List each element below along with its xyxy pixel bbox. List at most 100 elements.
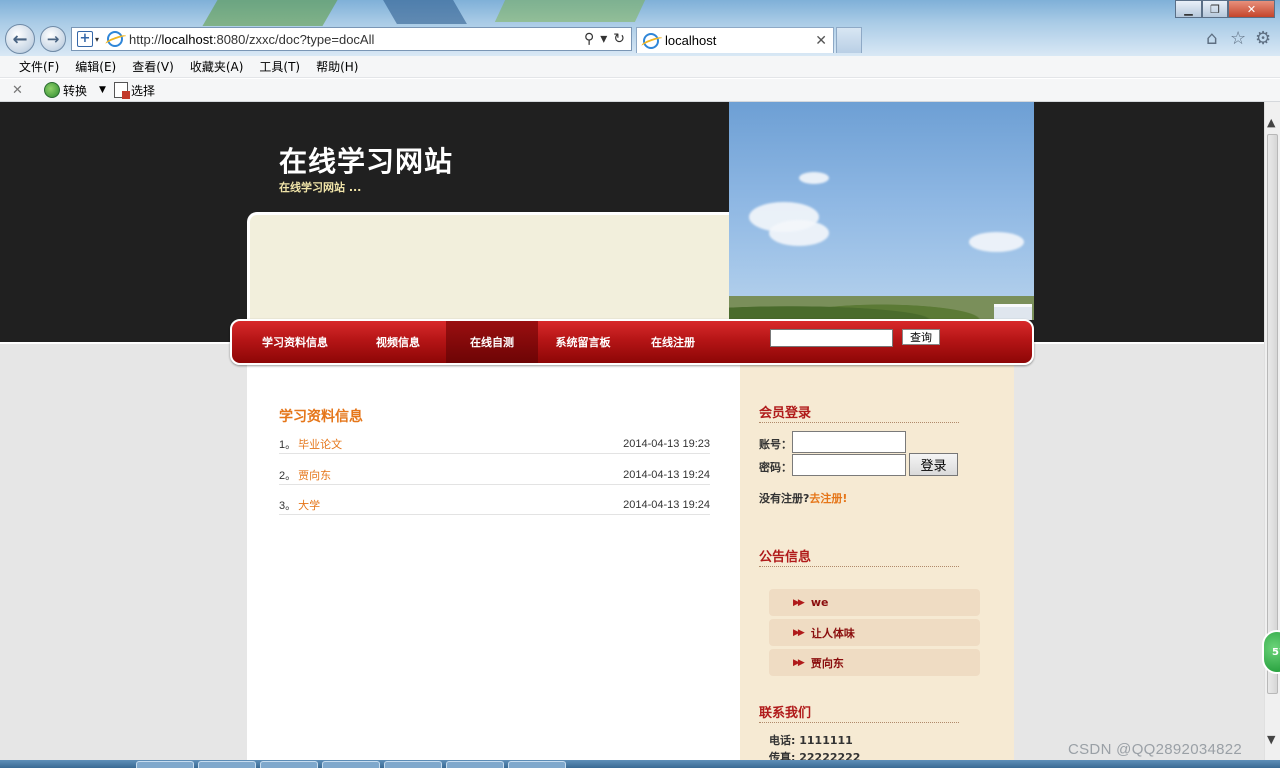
compatibility-view-icon[interactable]: +	[77, 31, 93, 47]
double-chevron-right-icon: ▶▶	[793, 657, 805, 668]
header-photo	[729, 102, 1034, 320]
select-button[interactable]: 选择	[131, 82, 155, 99]
list-item: 3。 大学 2014-04-13 19:24	[279, 495, 710, 515]
taskbar-item[interactable]	[322, 761, 380, 768]
nav-docs[interactable]: 学习资料信息	[232, 321, 358, 363]
menu-edit[interactable]: 编辑(E)	[67, 58, 124, 75]
minimize-button[interactable]: ▁	[1175, 0, 1202, 18]
taskbar-item[interactable]	[260, 761, 318, 768]
register-prompt-text: 没有注册?	[759, 492, 810, 505]
tree-line	[729, 296, 1034, 320]
doc-link[interactable]: 毕业论文	[298, 436, 342, 452]
search-input[interactable]	[770, 329, 893, 347]
notice-text: we	[810, 596, 829, 609]
account-input[interactable]	[792, 431, 906, 453]
nav-self-test[interactable]: 在线自测	[446, 321, 538, 363]
url-path: :8080/zxxc/doc?type=docAll	[212, 31, 375, 47]
maximize-button[interactable]: ❐	[1202, 0, 1228, 18]
password-label: 密码：	[759, 461, 792, 474]
menu-favorites[interactable]: 收藏夹(A)	[182, 58, 252, 75]
notice-item[interactable]: ▶▶ we	[769, 589, 980, 616]
account-label: 账号：	[759, 438, 792, 451]
arrow-right-icon: →	[46, 30, 60, 48]
double-chevron-right-icon: ▶▶	[793, 627, 805, 638]
page-viewport: 在线学习网站 在线学习网站 ... 学习资料信息 视频信息 在线自测 系统留言板…	[0, 102, 1264, 760]
item-number: 1。	[279, 438, 297, 451]
list-item: 2。 贾向东 2014-04-13 19:24	[279, 465, 710, 485]
notice-item[interactable]: ▶▶ 贾向东	[769, 649, 980, 676]
chevron-down-icon[interactable]: ▾	[600, 31, 607, 47]
scroll-thumb[interactable]	[1267, 134, 1278, 694]
convert-button[interactable]: 转换	[63, 82, 87, 99]
search-icon[interactable]: ⚲	[584, 31, 594, 47]
chevron-down-icon[interactable]: ▾	[95, 35, 99, 44]
contact-fax: 传真: 22222222	[769, 751, 861, 760]
nav-register[interactable]: 在线注册	[628, 321, 718, 363]
double-chevron-right-icon: ▶▶	[793, 597, 805, 608]
item-number: 2。	[279, 469, 297, 482]
back-button[interactable]: ←	[5, 24, 35, 54]
wallpaper-decoration	[202, 0, 338, 26]
register-link[interactable]: 去注册!	[809, 492, 847, 505]
address-bar[interactable]: + ▾ http://localhost:8080/zxxc/doc?type=…	[71, 27, 632, 51]
scroll-up-arrow-icon[interactable]: ▲	[1267, 116, 1275, 129]
doc-date: 2014-04-13 19:24	[623, 468, 710, 481]
wallpaper-decoration	[383, 0, 467, 24]
doc-link[interactable]: 大学	[298, 497, 320, 513]
close-window-button[interactable]: ✕	[1228, 0, 1275, 18]
section-heading: 学习资料信息	[279, 409, 363, 425]
item-number: 3。	[279, 499, 297, 512]
contact-heading: 联系我们	[759, 702, 959, 723]
notice-heading: 公告信息	[759, 546, 959, 567]
url-prefix: http://	[129, 31, 162, 47]
favorites-star-icon[interactable]: ☆	[1230, 28, 1246, 49]
chevron-down-icon[interactable]: ▼	[99, 85, 106, 95]
menu-view[interactable]: 查看(V)	[124, 58, 182, 75]
forward-button[interactable]: →	[40, 26, 66, 52]
scroll-down-arrow-icon[interactable]: ▼	[1267, 733, 1275, 746]
close-icon[interactable]: ✕	[815, 33, 827, 49]
banner-panel	[247, 212, 737, 322]
tab-title: localhost	[665, 33, 717, 48]
notice-text: 让人体味	[810, 626, 855, 640]
close-icon[interactable]: ✕	[12, 83, 26, 98]
new-tab-button[interactable]	[836, 27, 862, 53]
notice-text: 贾向东	[810, 656, 844, 670]
home-icon[interactable]: ⌂	[1206, 28, 1217, 49]
gear-icon[interactable]: ⚙	[1255, 28, 1271, 49]
login-heading: 会员登录	[759, 402, 959, 423]
command-bar: ✕ 转换 ▼ 选择	[0, 79, 1280, 102]
contact-phone: 电话: 1111111	[769, 734, 853, 747]
doc-date: 2014-04-13 19:23	[623, 437, 710, 450]
search-button[interactable]: 查询	[902, 329, 940, 345]
menu-help[interactable]: 帮助(H)	[308, 58, 366, 75]
refresh-icon[interactable]: ↻	[613, 31, 625, 47]
main-nav: 学习资料信息 视频信息 在线自测 系统留言板 在线注册 查询	[230, 319, 1034, 365]
doc-link[interactable]: 贾向东	[298, 467, 331, 483]
password-input[interactable]	[792, 454, 906, 476]
url-text[interactable]: http://localhost:8080/zxxc/doc?type=docA…	[129, 32, 584, 47]
register-prompt: 没有注册?去注册!	[759, 490, 847, 506]
floating-badge[interactable]: 57	[1262, 630, 1280, 674]
select-icon	[113, 82, 130, 99]
menu-tools[interactable]: 工具(T)	[251, 58, 308, 75]
convert-icon	[44, 82, 60, 98]
taskbar-item[interactable]	[508, 761, 566, 768]
login-button[interactable]: 登录	[909, 453, 958, 476]
taskbar-item[interactable]	[198, 761, 256, 768]
menu-bar: 文件(F) 编辑(E) 查看(V) 收藏夹(A) 工具(T) 帮助(H)	[0, 56, 1280, 78]
browser-tab[interactable]: localhost ✕	[636, 27, 834, 53]
ie-logo-icon	[643, 32, 659, 49]
menu-file[interactable]: 文件(F)	[11, 58, 67, 75]
notice-item[interactable]: ▶▶ 让人体味	[769, 619, 980, 646]
taskbar-item[interactable]	[136, 761, 194, 768]
site-subtitle: 在线学习网站 ...	[279, 181, 362, 194]
wallpaper-decoration	[494, 0, 646, 22]
nav-message-board[interactable]: 系统留言板	[538, 321, 628, 363]
arrow-left-icon: ←	[12, 28, 28, 50]
taskbar-item[interactable]	[384, 761, 442, 768]
nav-videos[interactable]: 视频信息	[358, 321, 438, 363]
ie-logo-icon	[107, 31, 124, 47]
taskbar	[0, 760, 1280, 768]
taskbar-item[interactable]	[446, 761, 504, 768]
